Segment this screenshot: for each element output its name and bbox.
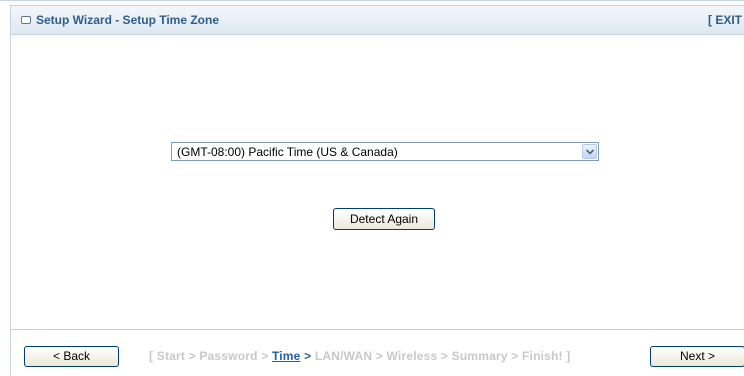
step-separator: > xyxy=(257,349,272,363)
timezone-selected-value: (GMT-08:00) Pacific Time (US & Canada) xyxy=(177,145,398,159)
steps-open-bracket: [ xyxy=(149,349,157,363)
step-finish: Finish! xyxy=(522,349,563,363)
step-separator: > xyxy=(185,349,200,363)
exit-link[interactable]: [ EXIT xyxy=(708,13,742,27)
step-summary: Summary xyxy=(451,349,508,363)
wizard-content: (GMT-08:00) Pacific Time (US & Canada) D… xyxy=(10,35,744,329)
step-start: Start xyxy=(156,349,186,363)
wizard-header: Setup Wizard - Setup Time Zone [ EXIT xyxy=(10,5,744,35)
page-title: Setup Wizard - Setup Time Zone xyxy=(36,13,220,27)
step-password: Password xyxy=(199,349,258,363)
step-separator: > xyxy=(507,349,523,363)
detect-again-button[interactable]: Detect Again xyxy=(333,208,435,230)
timezone-select[interactable]: (GMT-08:00) Pacific Time (US & Canada) xyxy=(171,142,599,161)
step-wireless: Wireless xyxy=(386,349,438,363)
step-time-current: Time xyxy=(271,349,301,363)
wizard-frame: Setup Wizard - Setup Time Zone [ EXIT (G… xyxy=(0,0,744,376)
bullet-icon xyxy=(21,16,31,24)
step-separator: > xyxy=(300,349,315,363)
wizard-steps: [ Start > Password > Time > LAN/WAN > Wi… xyxy=(149,349,570,363)
steps-close-bracket: ] xyxy=(562,349,571,363)
step-separator: > xyxy=(437,349,452,363)
chevron-down-icon xyxy=(586,149,594,155)
next-button[interactable]: Next > xyxy=(650,346,744,367)
step-lan-wan: LAN/WAN xyxy=(314,349,373,363)
step-separator: > xyxy=(372,349,387,363)
back-button[interactable]: < Back xyxy=(24,346,119,367)
dropdown-button[interactable] xyxy=(582,144,597,159)
wizard-footer: < Back [ Start > Password > Time > LAN/W… xyxy=(10,329,744,376)
